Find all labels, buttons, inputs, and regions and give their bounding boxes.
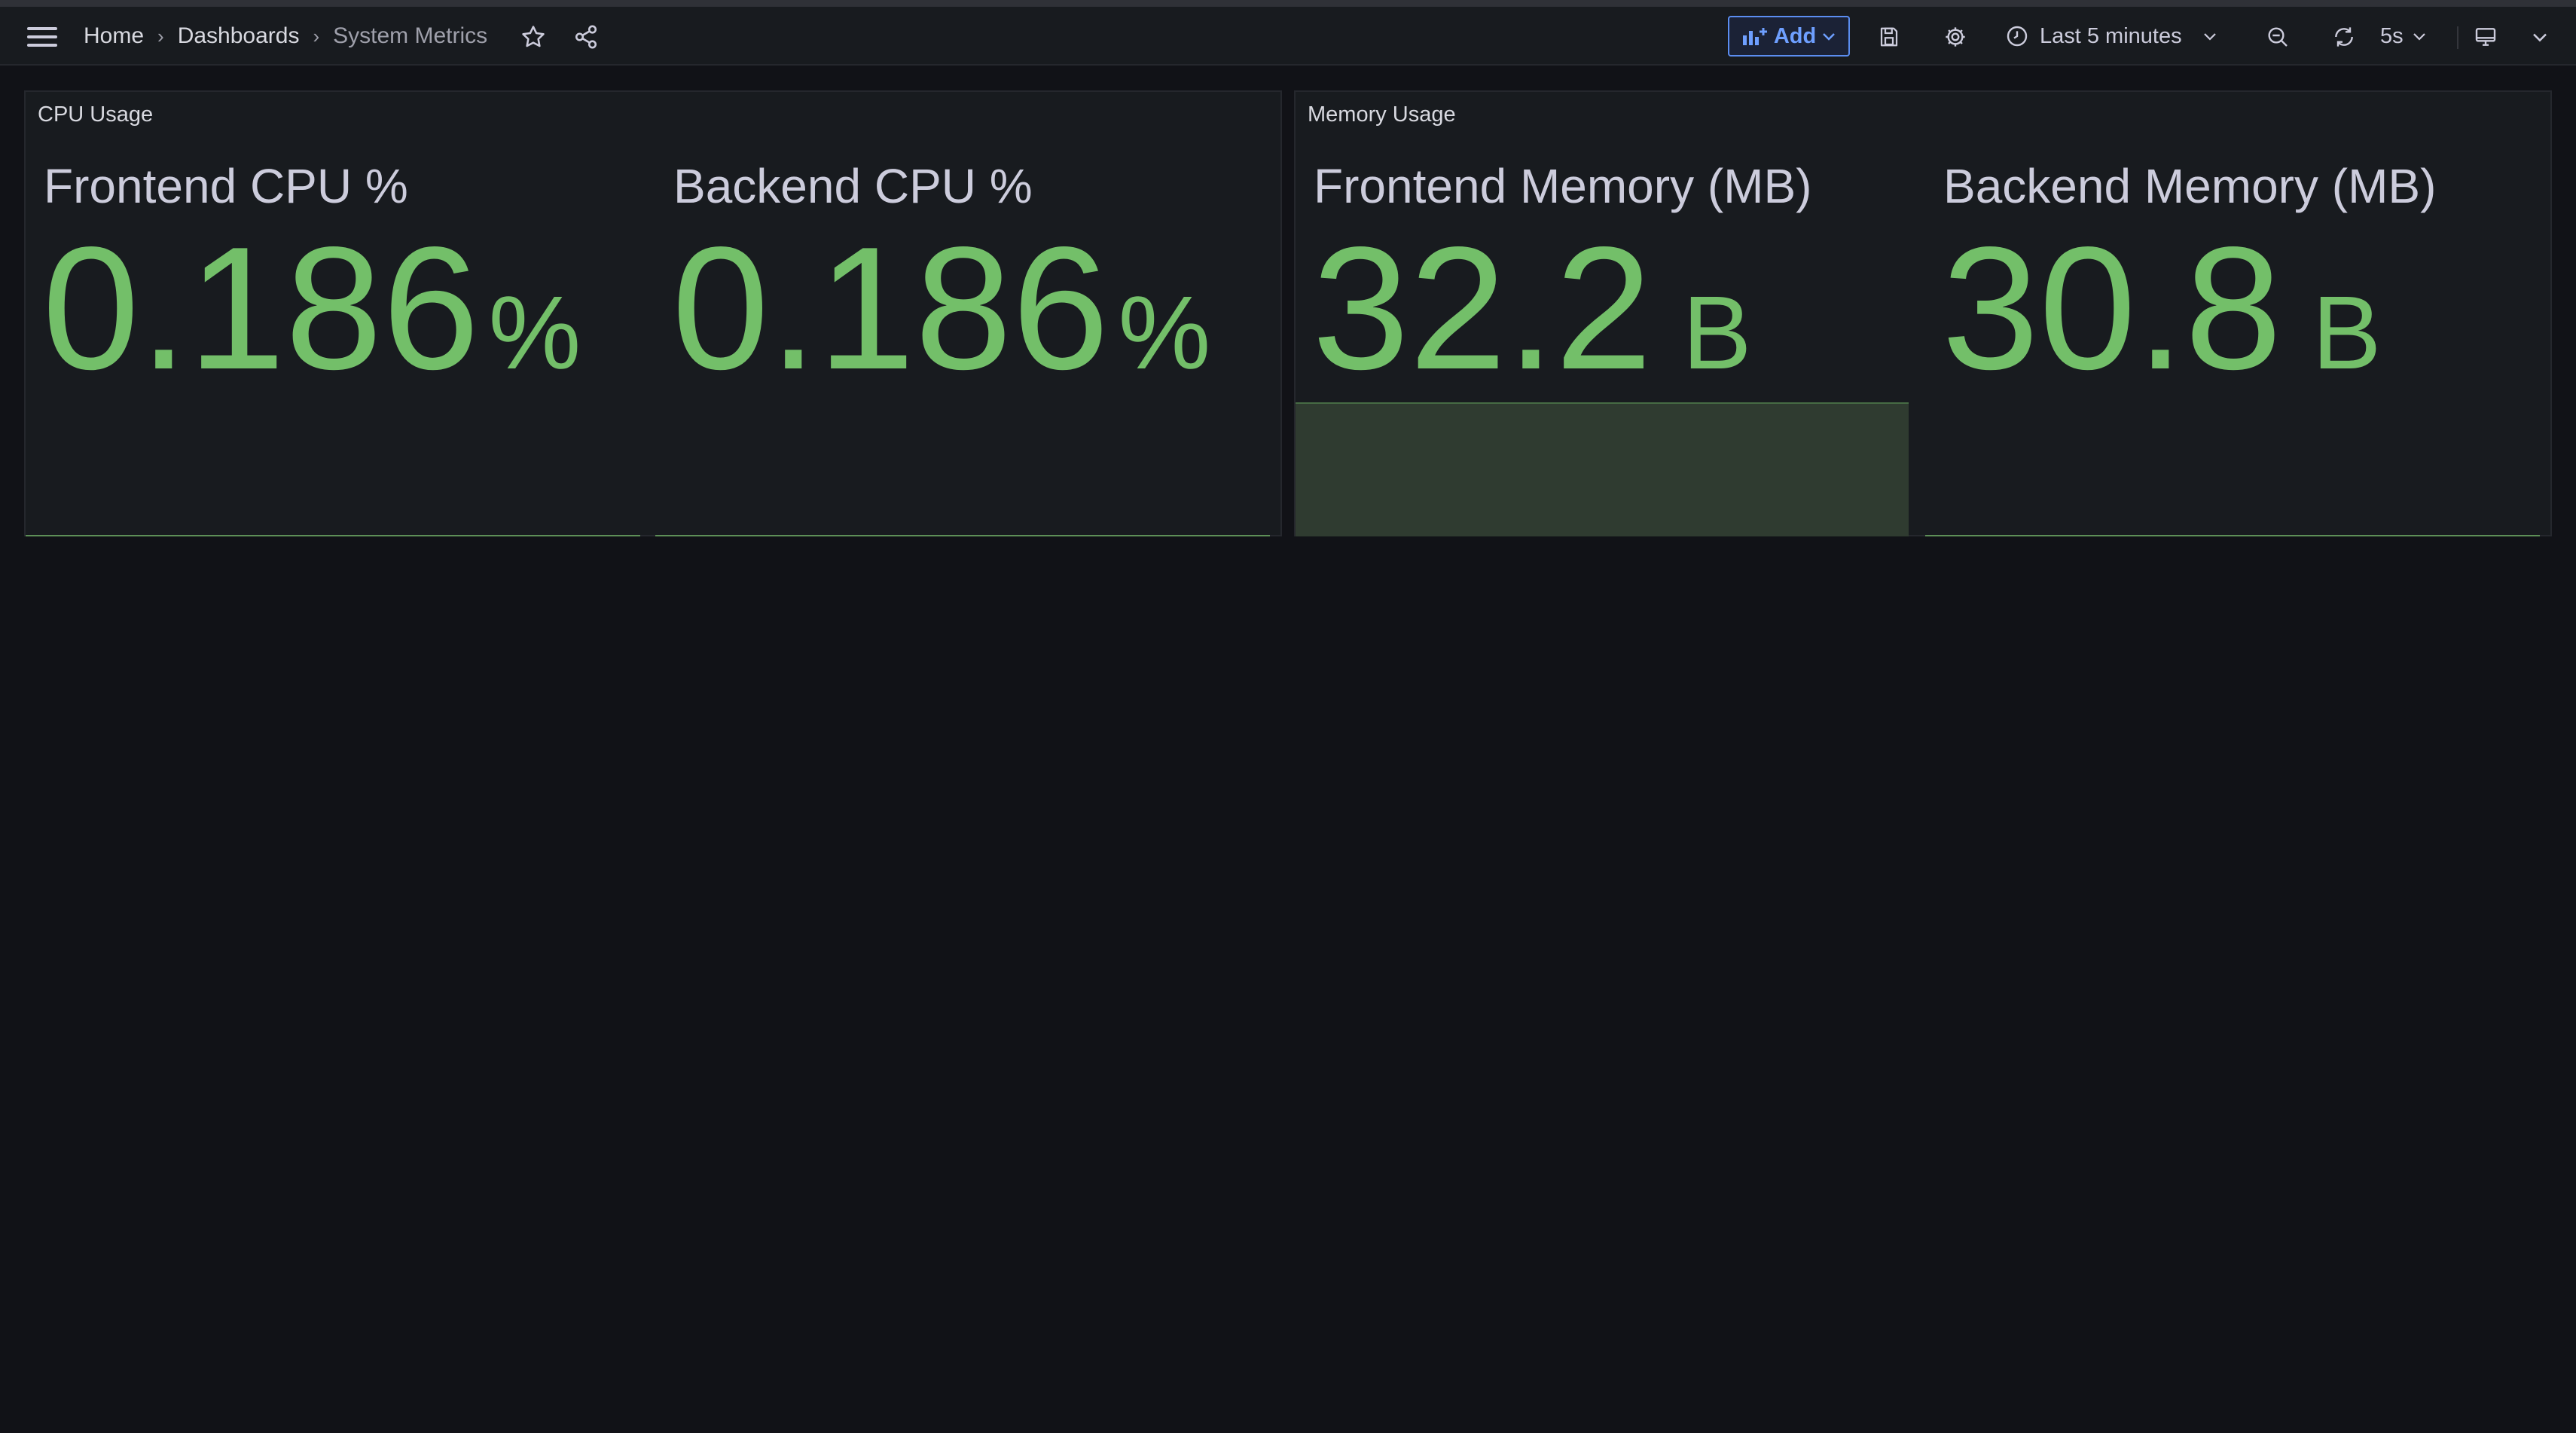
breadcrumb-home[interactable]: Home xyxy=(84,23,144,49)
chevron-down-icon xyxy=(2413,31,2426,41)
stat-frontend-memory: Frontend Memory (MB) 32.2 B xyxy=(1296,92,1910,536)
chevron-down-icon xyxy=(2203,31,2217,41)
breadcrumb-separator: › xyxy=(313,24,320,47)
stat-frontend-cpu: Frontend CPU % 0.186% xyxy=(26,92,642,536)
stat-backend-memory: Backend Memory (MB) 30.8 B xyxy=(1925,92,2541,536)
stat-unit: B xyxy=(1682,275,1752,391)
share-icon[interactable] xyxy=(571,23,601,50)
stat-number: 30.8 xyxy=(1942,211,2282,406)
stat-number: 0.186 xyxy=(672,211,1109,406)
stat-value: 0.186% xyxy=(42,222,581,396)
cpu-usage-panel: CPU Usage Frontend CPU % 0.186% Backend … xyxy=(24,90,1282,536)
stat-label: Backend CPU % xyxy=(673,159,1033,213)
refresh-interval-picker[interactable]: 5s xyxy=(2380,7,2426,66)
stat-label: Frontend CPU % xyxy=(44,159,408,213)
breadcrumb-current: System Metrics xyxy=(333,23,488,48)
breadcrumb-dashboards[interactable]: Dashboards xyxy=(178,23,300,49)
add-button[interactable]: Add xyxy=(1728,16,1850,57)
breadcrumb: Home › Dashboards › System Metrics xyxy=(84,7,487,66)
add-button-label: Add xyxy=(1773,23,1817,48)
hamburger-icon[interactable] xyxy=(27,22,57,52)
clock-icon xyxy=(2005,24,2029,48)
stat-value: 0.186% xyxy=(672,222,1210,396)
stat-value: 30.8 B xyxy=(1942,222,2382,396)
sparkline xyxy=(26,535,640,536)
time-range-label: Last 5 minutes xyxy=(2040,23,2182,48)
stat-number: 32.2 xyxy=(1312,211,1653,406)
stat-label: Frontend Memory (MB) xyxy=(1314,159,1812,213)
save-icon[interactable] xyxy=(1874,23,1904,51)
stat-label: Backend Memory (MB) xyxy=(1943,159,2437,213)
chevron-down-icon[interactable] xyxy=(2525,23,2555,51)
sparkline xyxy=(655,535,1270,536)
refresh-icon[interactable] xyxy=(2329,23,2359,51)
breadcrumb-separator: › xyxy=(157,24,164,47)
sparkline xyxy=(1925,535,2540,536)
chart-add-icon xyxy=(1742,26,1768,46)
stat-number: 0.186 xyxy=(42,211,480,406)
gear-icon[interactable] xyxy=(1940,23,1970,51)
zoom-out-icon[interactable] xyxy=(2263,23,2293,51)
stat-value: 32.2 B xyxy=(1312,222,1752,396)
toolbar-divider xyxy=(2457,26,2458,49)
star-icon[interactable] xyxy=(518,23,548,50)
time-range-picker[interactable]: Last 5 minutes xyxy=(2005,7,2217,66)
tv-icon[interactable] xyxy=(2471,23,2501,51)
stat-unit: B xyxy=(2312,275,2382,391)
stat-unit: % xyxy=(1118,275,1211,391)
top-navbar: Home › Dashboards › System Metrics Add L… xyxy=(0,7,2576,66)
stat-unit: % xyxy=(488,275,581,391)
memory-usage-panel: Memory Usage Frontend Memory (MB) 32.2 B … xyxy=(1294,90,2552,536)
sparkline-area xyxy=(1296,402,1909,536)
top-border xyxy=(0,0,2576,7)
chevron-down-icon xyxy=(1822,31,1836,41)
stat-backend-cpu: Backend CPU % 0.186% xyxy=(655,92,1271,536)
refresh-interval-label: 5s xyxy=(2380,23,2404,48)
